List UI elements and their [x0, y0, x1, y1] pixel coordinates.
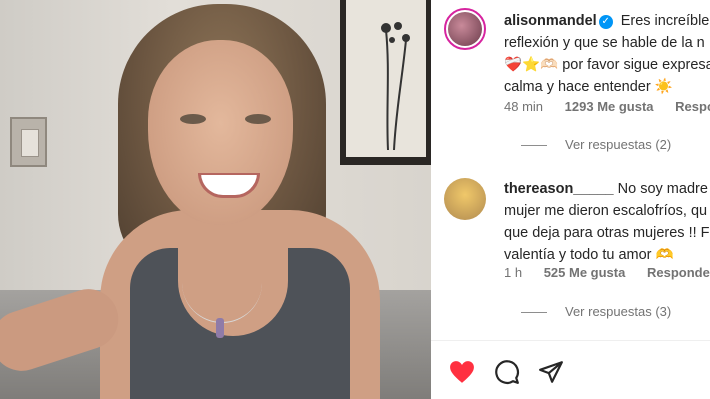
right-eye — [245, 114, 271, 124]
comment-line: Eres increíble — [616, 13, 710, 29]
divider — [431, 340, 710, 341]
comment-meta: 48 min 1293 Me gusta Responder — [504, 99, 710, 114]
reply-button[interactable]: Responder — [647, 265, 710, 280]
heart-icon[interactable] — [447, 357, 477, 387]
reply-button[interactable]: Responder — [675, 99, 710, 114]
comment-text: alisonmandel ✓ Eres increíble reflexión y… — [504, 10, 710, 98]
comment-line: calma y hace entender ☀️ — [504, 79, 673, 95]
comment-line: que deja para otras mujeres !! F — [504, 225, 710, 241]
paper-plane-icon[interactable] — [536, 357, 566, 387]
comment-line: ❤️‍🩹⭐️🫶🏻 por favor sigue expresa — [504, 57, 710, 73]
comment-bubble-icon[interactable] — [492, 357, 522, 387]
comment-line: mujer me dieron escalofríos, qu — [504, 203, 708, 219]
comment-likes[interactable]: 1293 Me gusta — [565, 99, 654, 114]
comment-line: No soy madre — [613, 181, 708, 197]
necklace-pendant — [216, 318, 224, 338]
comment-text: thereason_____ No soy madre mujer me die… — [504, 178, 710, 266]
light-switch — [10, 117, 47, 167]
view-replies-button[interactable]: Ver respuestas (3) — [521, 304, 671, 319]
comment-meta: 1 h 525 Me gusta Responder — [504, 265, 710, 280]
comment-username[interactable]: thereason_____ — [504, 181, 614, 197]
comment-line: reflexión y que se hable de la n — [504, 35, 705, 51]
comment-time: 1 h — [504, 265, 523, 280]
comment-time: 48 min — [504, 99, 544, 114]
video-frame[interactable] — [0, 0, 431, 399]
comment-line: valentía y todo tu amor 🫶 — [504, 247, 674, 263]
comment-username[interactable]: alisonmandel — [504, 13, 597, 29]
view-replies-label: Ver respuestas (2) — [565, 137, 672, 152]
flower-drawing — [381, 22, 410, 151]
wall-picture-frame — [340, 0, 431, 165]
verified-badge-icon: ✓ — [598, 15, 613, 29]
left-eye — [180, 114, 206, 124]
view-replies-label: Ver respuestas (3) — [565, 304, 672, 319]
avatar[interactable] — [444, 178, 486, 220]
wall-picture — [346, 0, 426, 157]
avatar[interactable] — [444, 8, 486, 50]
comment-likes[interactable]: 525 Me gusta — [544, 265, 626, 280]
view-replies-button[interactable]: Ver respuestas (2) — [521, 137, 671, 152]
comments-panel: alisonmandel ✓ Eres increíble reflexión y… — [431, 0, 710, 399]
